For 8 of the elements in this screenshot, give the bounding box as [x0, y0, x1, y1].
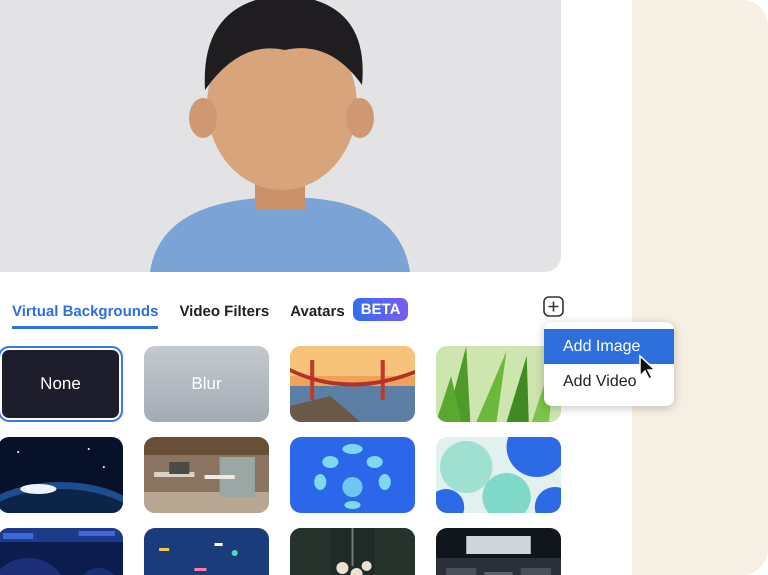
tab[interactable]: Virtual Backgrounds [12, 297, 158, 329]
tab[interactable]: Video Filters [179, 297, 270, 329]
tab[interactable]: Avatars [290, 297, 345, 329]
menu-item[interactable]: Add Image [544, 329, 674, 364]
menu-item[interactable]: Add Video [544, 364, 674, 399]
none-option[interactable]: None [0, 346, 123, 422]
add-button[interactable] [543, 296, 564, 317]
beta-badge: BETA [352, 298, 408, 320]
